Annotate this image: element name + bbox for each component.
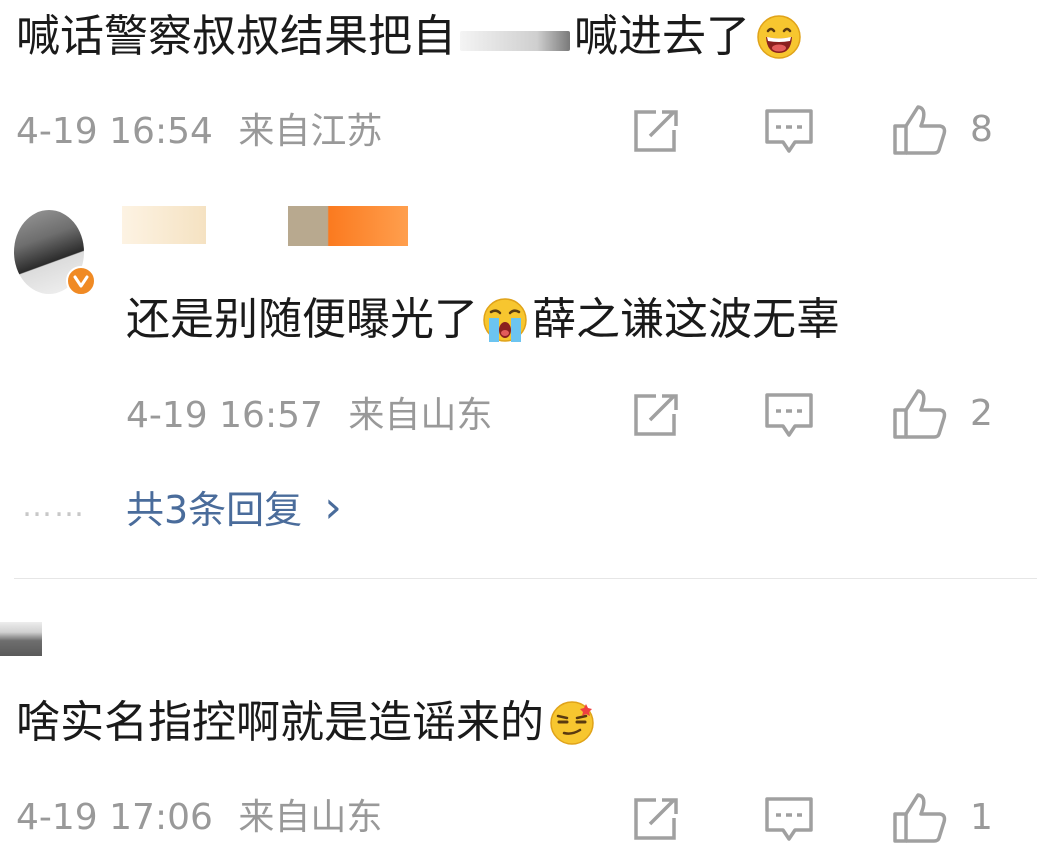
smirking-face-icon — [548, 700, 596, 746]
avatar[interactable] — [0, 622, 42, 656]
replies-label: 共3条回复 — [126, 488, 303, 532]
comment-text-part: 啥实名指控啊就是造谣来的 — [16, 697, 544, 748]
share-button[interactable] — [632, 392, 680, 438]
comment-text-part: 薛之谦这波无辜 — [532, 294, 840, 345]
comment-3-meta: 4-19 17:06 来自山东 — [16, 800, 382, 836]
comment-1-meta: 4-19 16:54 来自江苏 — [16, 114, 382, 150]
share-icon — [632, 392, 680, 438]
comment-button[interactable] — [764, 392, 814, 440]
thumbs-up-icon — [892, 388, 948, 440]
share-button[interactable] — [632, 796, 680, 842]
replies-dots: …… — [22, 489, 86, 524]
location: 来自江苏 — [238, 111, 383, 152]
redacted-username-blur — [122, 206, 206, 244]
like-button[interactable]: 1 — [892, 792, 993, 844]
redacted-username-blur — [460, 31, 570, 51]
share-icon — [632, 108, 680, 154]
like-button[interactable]: 2 — [892, 388, 993, 440]
timestamp: 4-19 17:06 — [16, 797, 213, 838]
share-button[interactable] — [632, 108, 680, 154]
divider — [14, 578, 1037, 579]
comment-button[interactable] — [764, 108, 814, 156]
like-count: 1 — [970, 797, 993, 838]
thumbs-up-icon — [892, 104, 948, 156]
verified-badge-icon — [66, 266, 96, 296]
comment-button[interactable] — [764, 796, 814, 844]
like-button[interactable]: 8 — [892, 104, 993, 156]
like-count: 2 — [970, 393, 993, 434]
comment-2-text: 还是别随便曝光了 薛之谦这波无辜 — [126, 296, 840, 344]
comment-icon — [764, 796, 814, 844]
redacted-badge-blur — [288, 206, 408, 246]
comment-2-meta: 4-19 16:57 来自山东 — [126, 398, 492, 434]
view-replies-link[interactable]: 共3条回复 › — [126, 482, 342, 533]
comment-text-part: 喊进去了 — [574, 11, 750, 62]
like-count: 8 — [970, 109, 993, 150]
comment-1-text: 喊话警察叔叔结果把自 喊进去了 — [16, 14, 802, 60]
comment-text-part: 还是别随便曝光了 — [126, 294, 478, 345]
chevron-right-icon: › — [324, 482, 342, 533]
grinning-face-icon — [756, 14, 802, 60]
comment-text-part: 喊话警察叔叔结果把自 — [16, 11, 456, 62]
timestamp: 4-19 16:57 — [126, 395, 323, 436]
comment-icon — [764, 392, 814, 440]
thumbs-up-icon — [892, 792, 948, 844]
loudly-crying-face-icon — [480, 296, 530, 344]
comment-3-text: 啥实名指控啊就是造谣来的 — [16, 700, 596, 746]
share-icon — [632, 796, 680, 842]
timestamp: 4-19 16:54 — [16, 111, 213, 152]
comment-icon — [764, 108, 814, 156]
location: 来自山东 — [238, 797, 383, 838]
location: 来自山东 — [348, 395, 493, 436]
